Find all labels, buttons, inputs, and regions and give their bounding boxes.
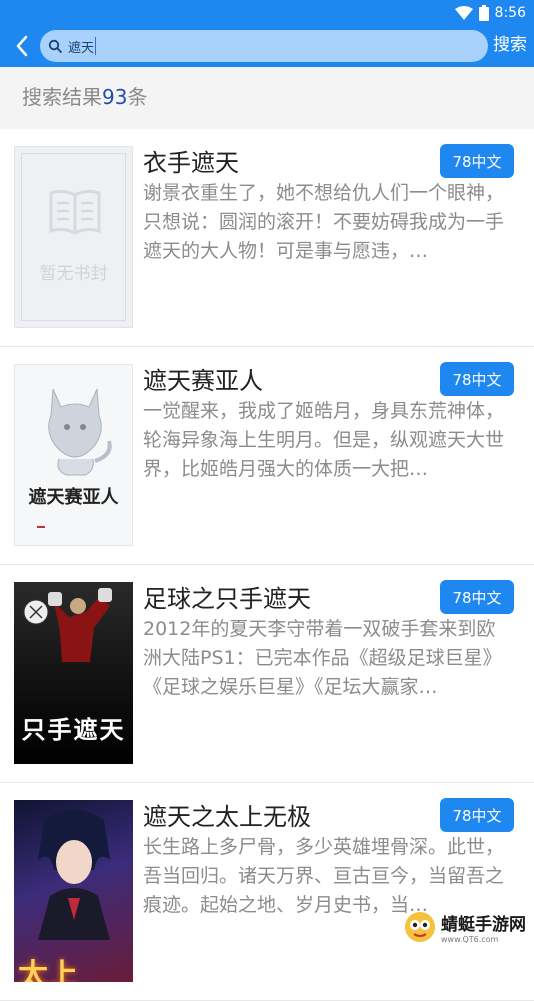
source-badge[interactable]: 78中文 — [440, 362, 514, 396]
book-title: 遮天之太上无极 — [143, 803, 311, 831]
book-item[interactable]: 太上 遮天之太上无极 78中文 长生路上多尸骨，多少英雄埋骨深。此世，吾当回归。… — [0, 783, 534, 1001]
book-cover: 太上 — [14, 800, 133, 982]
book-title: 足球之只手遮天 — [143, 585, 311, 613]
result-count-number: 93 — [102, 85, 128, 109]
character-illustration-icon — [38, 810, 110, 940]
cover-label: 只手遮天 — [21, 715, 126, 744]
dragonfly-logo-icon — [405, 912, 435, 942]
search-query: 遮天 — [68, 40, 95, 56]
result-count: 搜索结果93条 — [22, 81, 147, 110]
result-count-prefix: 搜索结果 — [22, 85, 102, 109]
book-description: 谢景衣重生了，她不想给仇人们一个眼神，只想说：圆润的滚开！不要妨碍我成为一手遮天… — [143, 182, 505, 262]
cover-label: 遮天赛亚人 — [28, 487, 119, 508]
watermark-text: 蜻蜓手游网 — [441, 915, 526, 935]
book-result-list: 暂无书封 衣手遮天 78中文 谢景衣重生了，她不想给仇人们一个眼神，只想说：圆润… — [0, 129, 534, 1001]
result-count-suffix: 条 — [127, 85, 148, 109]
book-icon — [49, 189, 101, 235]
result-count-bar: 搜索结果93条 — [0, 67, 534, 129]
book-description: 长生路上多尸骨，多少英雄埋骨深。此世，吾当回归。诸天万界、亘古亘今，当留吾之痕迹… — [143, 836, 505, 916]
chevron-left-icon — [16, 35, 28, 57]
cat-illustration-icon — [48, 388, 112, 476]
book-item[interactable]: 遮天赛亚人 遮天赛亚人 78中文 一觉醒来，我成了姬皓月，身具东荒神体，轮海异象… — [0, 347, 534, 565]
status-bar: 8:56 — [454, 4, 526, 22]
book-cover: 只手遮天 — [14, 582, 133, 764]
source-badge[interactable]: 78中文 — [440, 144, 514, 178]
search-button[interactable]: 搜索 — [493, 31, 527, 59]
book-title: 衣手遮天 — [143, 149, 239, 177]
cover-label: 太上 — [18, 958, 78, 982]
book-item[interactable]: 暂无书封 衣手遮天 78中文 谢景衣重生了，她不想给仇人们一个眼神，只想说：圆润… — [0, 129, 534, 347]
book-title: 遮天赛亚人 — [143, 367, 263, 395]
back-button[interactable] — [8, 30, 36, 62]
book-item[interactable]: 只手遮天 足球之只手遮天 78中文 2012年的夏天李守带着一双破手套来到欧洲大… — [0, 565, 534, 783]
text-cursor — [95, 37, 97, 55]
battery-icon — [478, 5, 489, 21]
search-icon — [48, 39, 62, 53]
publisher-logo — [37, 526, 45, 528]
book-description: 2012年的夏天李守带着一双破手套来到欧洲大陆PS1：已完本作品《超级足球巨星》… — [143, 618, 502, 698]
source-badge[interactable]: 78中文 — [440, 580, 514, 614]
wifi-icon — [454, 6, 473, 20]
book-description: 一觉醒来，我成了姬皓月，身具东荒神体，轮海异象海上生明月。但是，纵观遮天大世界，… — [143, 400, 505, 480]
watermark-url: www.QT6.com — [441, 935, 499, 944]
cover-label: 暂无书封 — [39, 264, 108, 284]
book-cover: 遮天赛亚人 — [14, 364, 133, 546]
watermark: 蜻蜓手游网 www.QT6.com — [403, 908, 531, 946]
status-time: 8:56 — [494, 5, 526, 21]
app-bar: 8:56 遮天 搜索 — [0, 0, 534, 67]
search-input[interactable]: 遮天 — [40, 30, 488, 62]
source-badge[interactable]: 78中文 — [440, 798, 514, 832]
goalkeeper-illustration-icon — [23, 588, 112, 662]
book-cover-placeholder: 暂无书封 — [14, 146, 133, 328]
